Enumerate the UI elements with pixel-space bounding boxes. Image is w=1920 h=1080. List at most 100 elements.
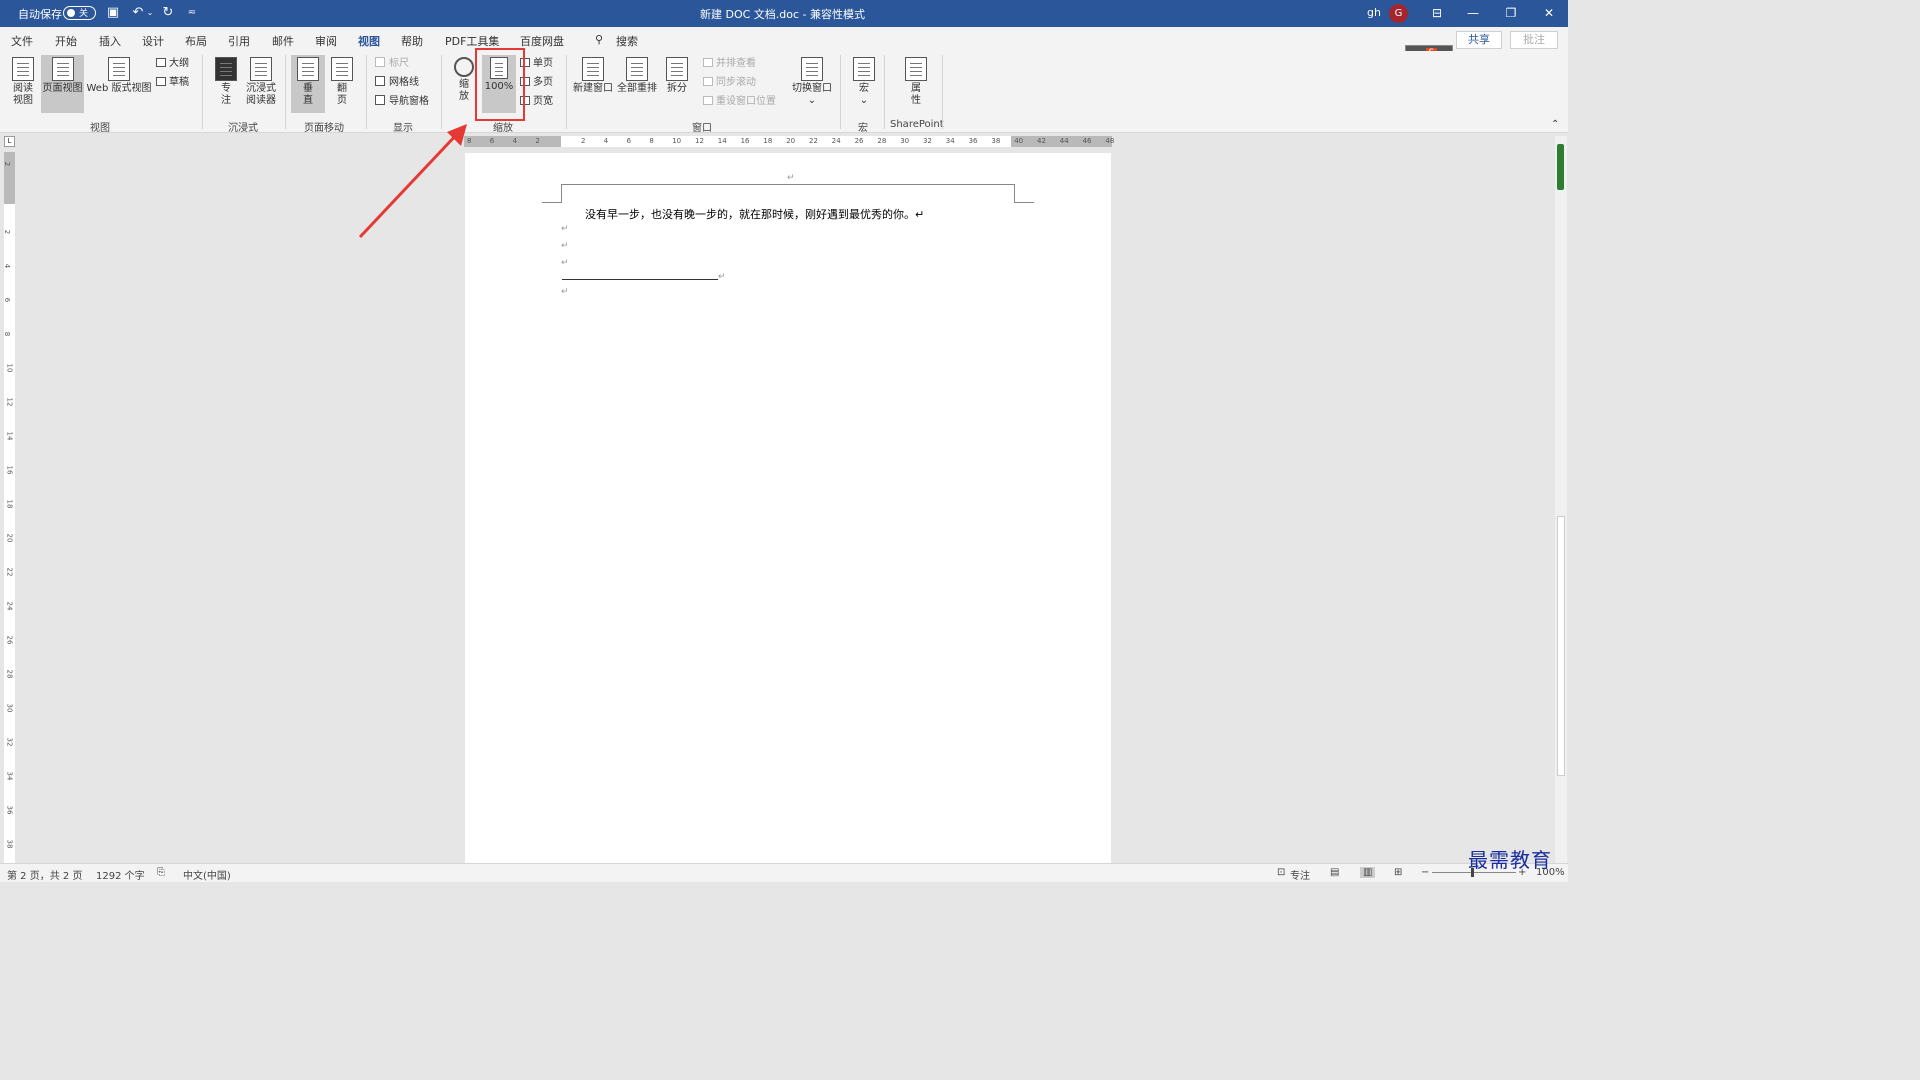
comments-label: 批注 (1523, 33, 1545, 46)
language[interactable]: 中文(中国) (183, 867, 231, 882)
focus-button[interactable]: 专 注 (212, 57, 240, 107)
switch-windows-button[interactable]: 切换窗口 ⌄ (790, 57, 834, 107)
redo-icon[interactable]: ↻ (160, 5, 176, 21)
paragraph-mark: ↵ (561, 241, 569, 251)
web-layout-icon[interactable]: ⊞ (1394, 867, 1402, 878)
zoom-out-icon[interactable]: − (1421, 867, 1429, 878)
tab-baidu-netdisk[interactable]: 百度网盘 (520, 33, 564, 49)
highlight-box (475, 48, 525, 121)
word-count[interactable]: 1292 个字 (96, 867, 145, 882)
tab-review[interactable]: 审阅 (315, 33, 337, 49)
side-to-side-button[interactable]: 翻 页 (327, 57, 357, 107)
tab-home[interactable]: 开始 (55, 33, 77, 49)
nav-pane-checkbox[interactable]: 导航窗格 (375, 95, 429, 109)
customize-qat-icon[interactable]: ≂ (184, 5, 200, 21)
ruler-number: 46 (1082, 137, 1092, 145)
undo-dropdown-icon[interactable]: ⌄ (142, 5, 158, 21)
reset-position-button[interactable]: 重设窗口位置 (703, 95, 776, 109)
save-icon[interactable]: ▣ (105, 5, 121, 21)
ruler-number: 2 (535, 137, 540, 145)
ruler-number: 32 (923, 137, 932, 145)
outline-button[interactable]: 大纲 (156, 57, 189, 71)
tab-pdf-tools[interactable]: PDF工具集 (445, 33, 499, 49)
ruler-number: 6 (489, 137, 495, 145)
minimize-icon[interactable]: — (1454, 0, 1492, 27)
focus-mode-label[interactable]: 专注 (1290, 867, 1310, 882)
autosave-toggle[interactable]: 关 (63, 6, 96, 20)
tab-insert[interactable]: 插入 (99, 33, 121, 49)
vertical-button[interactable]: 垂 直 (291, 55, 325, 113)
vruler-number: 32 (5, 737, 14, 747)
immersive-reader-button[interactable]: 沉浸式 阅读器 (242, 57, 280, 107)
tab-references[interactable]: 引用 (228, 33, 250, 49)
vruler-number: 20 (5, 533, 14, 543)
arrange-all-icon (626, 57, 648, 81)
arrange-all-button[interactable]: 全部重排 (616, 57, 658, 95)
ruler-number: 16 (740, 137, 750, 145)
gridlines-checkbox[interactable]: 网格线 (375, 76, 419, 90)
new-window-button[interactable]: 新建窗口 (572, 57, 614, 95)
focus-label: 专 注 (221, 83, 231, 106)
macros-button[interactable]: 宏 ⌄ (850, 57, 878, 107)
autosave-state: 关 (79, 9, 89, 19)
scroll-track[interactable] (1557, 516, 1565, 776)
document-text[interactable]: 没有早一步，也没有晚一步的，就在那时候，刚好遇到最优秀的你。↵ (585, 206, 924, 222)
zoom-label: 缩 放 (459, 79, 469, 102)
draft-button[interactable]: 草稿 (156, 76, 189, 90)
status-bar: 第 2 页，共 2 页 1292 个字 ⎘ 中文(中国) ⊡ 专注 ▤ ▥ ⊞ … (0, 863, 1568, 882)
tab-mailings[interactable]: 邮件 (272, 33, 294, 49)
tab-layout[interactable]: 布局 (185, 33, 207, 49)
comments-button[interactable]: 批注 (1510, 31, 1558, 49)
side-to-side-icon (331, 57, 353, 81)
print-layout-icon[interactable]: ▥ (1360, 867, 1376, 878)
vertical-ruler[interactable]: 2 2 4 6 8 10 12 14 16 18 20 22 24 26 28 30 32 34 36 38 (3, 152, 15, 864)
vertical-scrollbar[interactable] (1555, 136, 1567, 864)
side-by-side-button[interactable]: 并排查看 (703, 57, 756, 71)
horizontal-ruler[interactable]: 8 6 4 2 2 4 6 8 10 12 14 16 18 20 22 24 26 28 30 32 34 36 38 40… (464, 136, 1114, 147)
print-layout-button[interactable]: 页面视图 (41, 55, 84, 113)
ribbon-display-icon[interactable]: ⊟ (1418, 0, 1456, 27)
tab-help[interactable]: 帮助 (401, 33, 423, 49)
properties-icon (905, 57, 927, 81)
vruler-number: 22 (5, 567, 14, 577)
ruler-checkbox[interactable]: 标尺 (375, 57, 409, 71)
web-layout-button[interactable]: Web 版式视图 (86, 57, 152, 95)
top-margin-shade (4, 152, 15, 204)
search-icon[interactable]: ⚲ (595, 33, 603, 46)
sync-scroll-label: 同步滚动 (716, 77, 756, 88)
proofing-icon[interactable]: ⎘ (157, 867, 165, 878)
ruler-label: 标尺 (389, 58, 409, 69)
restore-icon[interactable]: ❐ (1492, 0, 1530, 27)
immersive-reader-label: 沉浸式 阅读器 (246, 83, 276, 106)
sync-scroll-button[interactable]: 同步滚动 (703, 76, 756, 90)
page-count[interactable]: 第 2 页，共 2 页 (7, 867, 82, 882)
tab-file[interactable]: 文件 (11, 33, 33, 49)
read-mode-button[interactable]: 阅读 视图 (6, 57, 40, 107)
margin-mark-left (542, 202, 562, 203)
ruler-number: 34 (945, 137, 955, 145)
separator (366, 55, 367, 129)
ribbon-view: 阅读 视图 页面视图 Web 版式视图 大纲 草稿 视图 专 注 沉浸式 阅读器… (0, 51, 1568, 134)
read-mode-icon[interactable]: ▤ (1330, 867, 1339, 878)
user-name[interactable]: gh (1367, 6, 1381, 19)
ruler-number: 24 (831, 137, 841, 145)
group-sharepoint-label: SharePoint (890, 119, 944, 130)
page-icon (51, 57, 74, 81)
title-bar: 自动保存 关 ▣ ↶ ⌄ ↻ ≂ 新建 DOC 文档.doc - 兼容性模式 g… (0, 0, 1568, 27)
ruler-number: 22 (809, 137, 818, 145)
search-label[interactable]: 搜索 (616, 33, 638, 49)
properties-button[interactable]: 属 性 (902, 57, 930, 107)
avatar[interactable]: G (1389, 4, 1408, 23)
share-button[interactable]: 共享 (1456, 31, 1502, 49)
side-by-side-icon (703, 58, 713, 67)
close-icon[interactable]: ✕ (1530, 0, 1568, 27)
tab-view[interactable]: 视图 (358, 33, 380, 54)
collapse-ribbon-icon[interactable]: ⌃ (1551, 119, 1559, 130)
scroll-thumb[interactable] (1557, 144, 1564, 190)
focus-mode-icon[interactable]: ⊡ (1277, 867, 1285, 878)
split-button[interactable]: 拆分 (662, 57, 692, 95)
tab-design[interactable]: 设计 (142, 33, 164, 49)
document-page[interactable]: ↵ 没有早一步，也没有晚一步的，就在那时候，刚好遇到最优秀的你。↵ ↵ ↵ ↵ … (465, 153, 1111, 863)
zoom-button[interactable]: 缩 放 (451, 57, 477, 103)
tab-selector[interactable]: L (4, 136, 15, 147)
